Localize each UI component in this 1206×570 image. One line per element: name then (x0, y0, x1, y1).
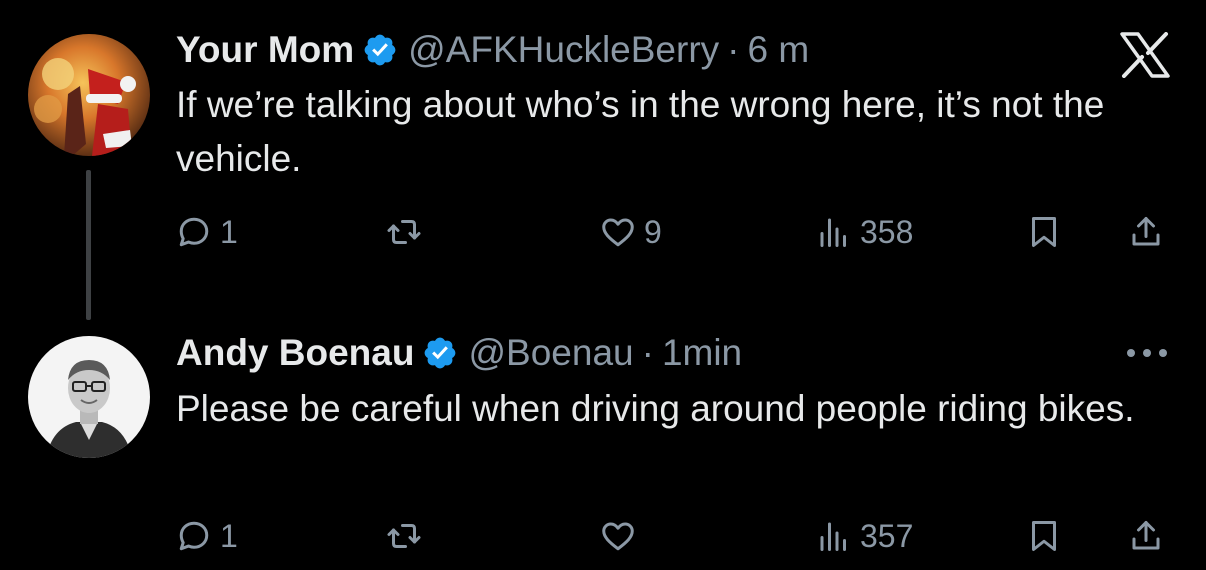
reply-button[interactable]: 1 (176, 514, 238, 558)
like-icon (602, 522, 634, 551)
retweet-button[interactable] (386, 210, 430, 254)
views-button[interactable]: 358 (816, 210, 913, 254)
action-bar: 1 357 (176, 514, 1176, 558)
bookmark-icon (1032, 217, 1056, 247)
reply-icon (179, 217, 209, 247)
handle[interactable]: @Boenau (468, 332, 633, 374)
verified-badge-icon[interactable] (362, 32, 398, 68)
avatar[interactable] (28, 336, 150, 458)
share-button[interactable] (1128, 210, 1164, 254)
display-name[interactable]: Andy Boenau (176, 332, 414, 374)
more-options-icon[interactable] (1124, 343, 1170, 363)
handle[interactable]: @AFKHuckleBerry (408, 29, 719, 71)
verified-badge-icon[interactable] (422, 335, 458, 371)
views-icon (820, 522, 846, 551)
views-button[interactable]: 357 (816, 514, 913, 558)
separator-dot: · (641, 332, 654, 373)
like-button[interactable]: 9 (600, 210, 662, 254)
reply-icon (179, 521, 209, 551)
bookmark-button[interactable] (1026, 210, 1062, 254)
timestamp[interactable]: 6 m (747, 29, 809, 71)
avatar[interactable] (28, 34, 150, 156)
reply-button[interactable]: 1 (176, 210, 238, 254)
share-icon (1132, 521, 1160, 550)
tweet-header: Your Mom @AFKHuckleBerry · 6 m (176, 26, 809, 74)
like-count: 9 (644, 213, 662, 250)
timestamp[interactable]: 1min (662, 332, 742, 374)
retweet-icon (387, 524, 421, 548)
tweet-text: Please be careful when driving around pe… (176, 388, 1135, 429)
separator-dot: · (727, 29, 740, 70)
thread-line (86, 170, 91, 320)
action-bar: 1 9 358 (176, 210, 1176, 254)
tweet-text: If we’re talking about who’s in the wron… (176, 84, 1105, 179)
like-button[interactable] (600, 514, 644, 558)
bookmark-icon (1032, 521, 1056, 551)
views-icon (820, 218, 846, 247)
x-logo-icon[interactable] (1120, 32, 1170, 78)
retweet-icon (387, 220, 421, 244)
retweet-button[interactable] (386, 514, 430, 558)
reply-count: 1 (220, 213, 238, 250)
display-name[interactable]: Your Mom (176, 29, 354, 71)
share-button[interactable] (1128, 514, 1164, 558)
reply-count: 1 (220, 517, 238, 554)
tweet-header: Andy Boenau @Boenau · 1min (176, 329, 742, 377)
like-icon (602, 218, 634, 247)
share-icon (1132, 217, 1160, 246)
santa-photo-avatar-icon (28, 34, 150, 156)
person-photo-avatar-icon (28, 336, 150, 458)
views-count: 358 (860, 213, 914, 250)
bookmark-button[interactable] (1026, 514, 1062, 558)
views-count: 357 (860, 517, 914, 554)
